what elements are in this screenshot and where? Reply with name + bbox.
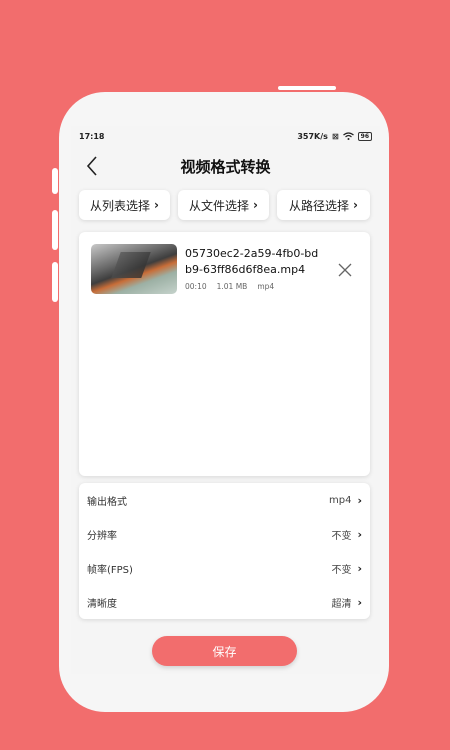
wifi-icon [342, 132, 354, 140]
select-from-path-button[interactable]: 从路径选择 › [277, 190, 370, 220]
setting-value: 不变 [331, 564, 352, 576]
setting-clarity[interactable]: 清晰度 超清 › [79, 585, 370, 619]
phone-side-button [52, 210, 58, 250]
setting-value: mp4 [329, 494, 352, 506]
chevron-right-icon: › [357, 493, 362, 507]
chevron-right-icon: › [253, 198, 258, 212]
chevron-right-icon: › [154, 198, 159, 212]
file-meta: 00:10 1.01 MB mp4 [185, 282, 274, 291]
save-button[interactable]: 保存 [152, 636, 297, 666]
setting-value: 超清 [331, 598, 352, 610]
network-speed: 357K/s [297, 131, 328, 141]
page-title: 视频格式转换 [180, 157, 271, 176]
file-format: mp4 [257, 282, 275, 291]
status-bar: 17:18 357K/s ⊠ 96 [71, 126, 380, 146]
settings-card: 输出格式 mp4 › 分辨率 不变 › 帧率(FPS) 不变 › 清晰度 超清 [79, 483, 370, 619]
chevron-right-icon: › [353, 198, 358, 212]
app-header: 视频格式转换 [71, 146, 380, 186]
video-thumbnail[interactable] [91, 244, 177, 294]
setting-label: 输出格式 [87, 496, 127, 508]
file-size: 1.01 MB [216, 282, 248, 291]
file-duration: 00:10 [185, 282, 207, 291]
source-buttons: 从列表选择 › 从文件选择 › 从路径选择 › [71, 190, 380, 220]
setting-label: 帧率(FPS) [87, 564, 133, 576]
status-time: 17:18 [79, 131, 105, 141]
setting-output-format[interactable]: 输出格式 mp4 › [79, 483, 370, 517]
battery-icon: 96 [357, 131, 372, 141]
select-from-file-button[interactable]: 从文件选择 › [178, 190, 269, 220]
file-name: 05730ec2-2a59-4fb0-bdb9-63ff86d6f8ea.mp4 [185, 247, 319, 276]
select-from-file-label: 从文件选择 [189, 198, 250, 213]
close-icon[interactable] [337, 262, 353, 278]
select-from-list-button[interactable]: 从列表选择 › [79, 190, 170, 220]
file-list-card: 05730ec2-2a59-4fb0-bdb9-63ff86d6f8ea.mp4… [79, 232, 370, 476]
setting-value: 不变 [331, 530, 352, 542]
chevron-right-icon: › [357, 595, 362, 609]
select-from-list-label: 从列表选择 [90, 198, 151, 213]
sim-icon: ⊠ [331, 131, 339, 141]
app-screen: 17:18 357K/s ⊠ 96 视频格式转换 从列表选择 › 从文件选择 › [71, 126, 380, 674]
chevron-right-icon: › [357, 527, 362, 541]
phone-speaker [278, 86, 336, 90]
select-from-path-label: 从路径选择 [289, 198, 350, 213]
setting-label: 清晰度 [87, 598, 117, 610]
setting-frame-rate[interactable]: 帧率(FPS) 不变 › [79, 551, 370, 585]
chevron-right-icon: › [357, 561, 362, 575]
status-indicators: 357K/s ⊠ 96 [297, 131, 372, 141]
setting-resolution[interactable]: 分辨率 不变 › [79, 517, 370, 551]
setting-label: 分辨率 [87, 530, 117, 542]
back-arrow-icon[interactable] [83, 154, 103, 178]
phone-side-button [52, 168, 58, 194]
phone-side-button [52, 262, 58, 302]
